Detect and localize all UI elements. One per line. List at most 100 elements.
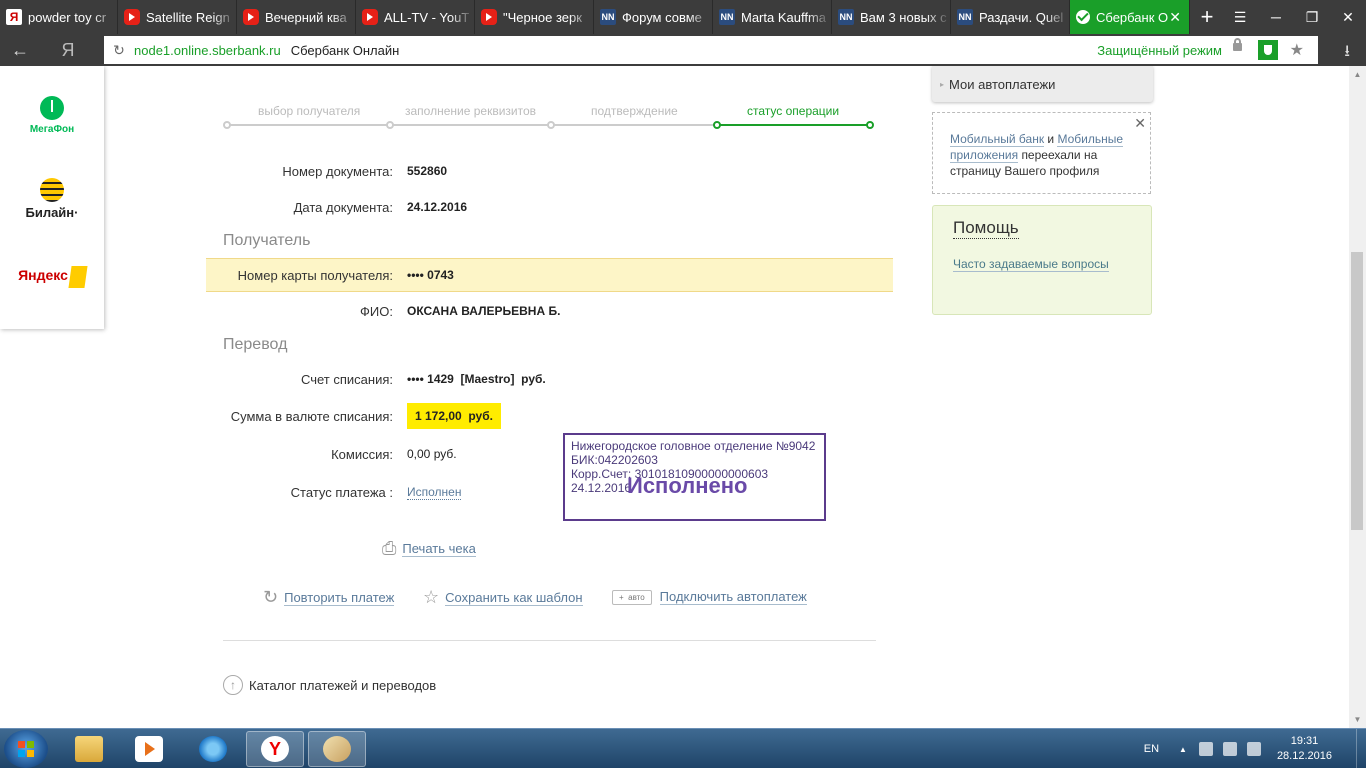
stamp-branch: Нижегородское головное отделение №9042 (571, 439, 816, 453)
taskbar-media-player[interactable] (120, 731, 178, 767)
start-button[interactable] (4, 730, 48, 768)
minimize-icon[interactable]: ─ (1258, 0, 1294, 34)
nn-favicon-icon: NN (838, 9, 854, 25)
tab-label: Satellite Reign (146, 9, 230, 25)
lock-icon (1233, 38, 1242, 51)
document-date-label: Дата документа: (293, 199, 393, 215)
nn-favicon-icon: NN (957, 9, 973, 25)
protect-shield-icon[interactable] (1258, 40, 1278, 60)
fee-label: Комиссия: (331, 446, 393, 462)
megafon-label: МегаФон (29, 124, 75, 135)
help-title[interactable]: Помощь (953, 218, 1019, 239)
tab-black-mirror[interactable]: "Черное зерк (475, 0, 594, 34)
mobile-bank-notice: Мобильный банк и Мобильные приложения пе… (932, 112, 1151, 194)
beeline-dot: · (74, 205, 79, 220)
divider (223, 640, 876, 641)
clock[interactable]: 19:31 28.12.2016 (1277, 734, 1332, 764)
document-number-label: Номер документа: (282, 163, 393, 179)
save-template-link[interactable]: ☆ Сохранить как шаблон (423, 587, 583, 608)
close-window-icon[interactable]: ✕ (1330, 0, 1366, 34)
beeline-icon (40, 178, 64, 202)
action-center-icon[interactable] (1198, 742, 1213, 756)
account-value: •••• 1429 [Maestro] руб. (407, 372, 546, 386)
star-icon: ☆ (423, 587, 440, 607)
taskbar-paint[interactable] (308, 731, 366, 767)
catalog-up-icon: ↑ (223, 675, 243, 695)
tab-close-icon[interactable]: ✕ (1169, 9, 1181, 26)
repeat-payment-link[interactable]: ↻ Повторить платеж (263, 587, 395, 608)
connect-autopay-link[interactable]: + авто Подключить автоплатеж (612, 589, 807, 605)
taskbar-yandex-browser[interactable]: Y (246, 731, 304, 767)
yandex-button[interactable]: Я (40, 40, 96, 61)
window-controls: ☰ ─ ❐ ✕ (1222, 0, 1366, 34)
back-arrow-icon[interactable]: ← (0, 40, 40, 61)
tab-label: Marta Kauffma (741, 9, 827, 25)
tab-razdachi[interactable]: NN Раздачи. Quel (951, 0, 1070, 34)
yandex-favicon-icon: Я (6, 9, 22, 25)
my-autopayments-menu[interactable]: ▸ Мои автоплатежи (932, 66, 1153, 102)
mobile-bank-link[interactable]: Мобильный банк (950, 132, 1045, 147)
sberbank-favicon-icon (1076, 10, 1090, 24)
tab-forum[interactable]: NN Форум совме (594, 0, 713, 34)
step-fill-details: заполнение реквизитов (405, 104, 537, 118)
language-indicator[interactable]: EN (1144, 743, 1159, 755)
new-tab-button[interactable]: + (1190, 0, 1224, 34)
close-icon[interactable]: ✕ (1134, 115, 1146, 131)
tab-vecherny[interactable]: Вечерний ква (237, 0, 356, 34)
tab-sberbank[interactable]: Сбербанк О ✕ (1070, 0, 1190, 34)
internet-explorer-icon (199, 736, 227, 762)
tab-powder-toy[interactable]: Яpowder toy cr (0, 0, 118, 34)
address-bar-row: ← Я ↻ node1.online.sberbank.ru Сбербанк … (0, 34, 1366, 66)
amount-value: 1 172,00 руб. (407, 403, 501, 429)
recipient-section-title: Получатель (223, 232, 311, 249)
paint-icon (323, 736, 351, 762)
status-value[interactable]: Исполнен (407, 485, 462, 500)
print-receipt-label: Печать чека (402, 540, 476, 557)
restore-icon[interactable]: ❐ (1294, 0, 1330, 34)
youtube-favicon-icon (362, 9, 378, 25)
scroll-thumb[interactable] (1351, 252, 1363, 530)
recipient-card-value: •••• 0743 (407, 268, 454, 282)
scroll-down-icon[interactable]: ▼ (1349, 711, 1366, 728)
beeline-logo[interactable]: Билайн· (0, 178, 104, 220)
menu-icon[interactable]: ☰ (1222, 0, 1258, 34)
yandex-browser-icon: Y (261, 736, 289, 762)
nn-favicon-icon: NN (719, 9, 735, 25)
nn-favicon-icon: NN (600, 9, 616, 25)
faq-link[interactable]: Часто задаваемые вопросы (953, 257, 1131, 272)
browser-tab-bar: Яpowder toy cr Satellite Reign Вечерний … (0, 0, 1366, 34)
print-receipt-link[interactable]: ⎙ Печать чека (382, 538, 476, 559)
yandex-label: Яндекс (18, 267, 68, 284)
secure-mode-label[interactable]: Защищённый режим (1097, 43, 1222, 58)
yandex-money-logo[interactable]: Яндекс (0, 266, 104, 288)
megafon-logo[interactable]: МегаФон (0, 96, 104, 135)
reload-icon[interactable]: ↻ (104, 42, 134, 59)
scroll-up-icon[interactable]: ▲ (1349, 66, 1366, 83)
save-template-label: Сохранить как шаблон (445, 589, 583, 606)
tab-satellite-reign[interactable]: Satellite Reign (118, 0, 237, 34)
volume-icon[interactable] (1246, 742, 1261, 756)
taskbar-explorer[interactable] (60, 731, 118, 767)
catalog-link[interactable]: ↑ Каталог платежей и переводов (223, 675, 436, 695)
show-desktop-button[interactable] (1356, 729, 1366, 768)
recipient-card-label: Номер карты получателя: (237, 267, 393, 283)
download-icon[interactable]: ⭳ (1344, 40, 1350, 67)
step-dot-active (713, 121, 721, 129)
bookmark-star-icon[interactable]: ★ (1290, 40, 1304, 60)
clock-date: 28.12.2016 (1276, 750, 1332, 762)
address-field[interactable]: ↻ node1.online.sberbank.ru Сбербанк Онла… (104, 36, 1318, 64)
tab-new-messages[interactable]: NN Вам 3 новых с (832, 0, 951, 34)
tab-label: "Черное зерк (503, 9, 582, 25)
clock-time: 19:31 (1290, 735, 1319, 747)
document-date-value: 24.12.2016 (407, 200, 468, 214)
page-scrollbar[interactable]: ▲ ▼ (1349, 66, 1366, 728)
network-icon[interactable] (1222, 742, 1237, 756)
tab-all-tv[interactable]: ALL-TV - YouT (356, 0, 475, 34)
beeline-label: Билайн (25, 205, 75, 220)
tray-expand-icon[interactable]: ▲ (1179, 745, 1187, 754)
windows-taskbar: Y EN ▲ 19:31 28.12.2016 (0, 728, 1366, 768)
tab-marta[interactable]: NN Marta Kauffma (713, 0, 832, 34)
taskbar-ie[interactable] (184, 731, 242, 767)
printer-icon: ⎙ (382, 538, 397, 558)
status-label: Статус платежа : (290, 484, 393, 500)
